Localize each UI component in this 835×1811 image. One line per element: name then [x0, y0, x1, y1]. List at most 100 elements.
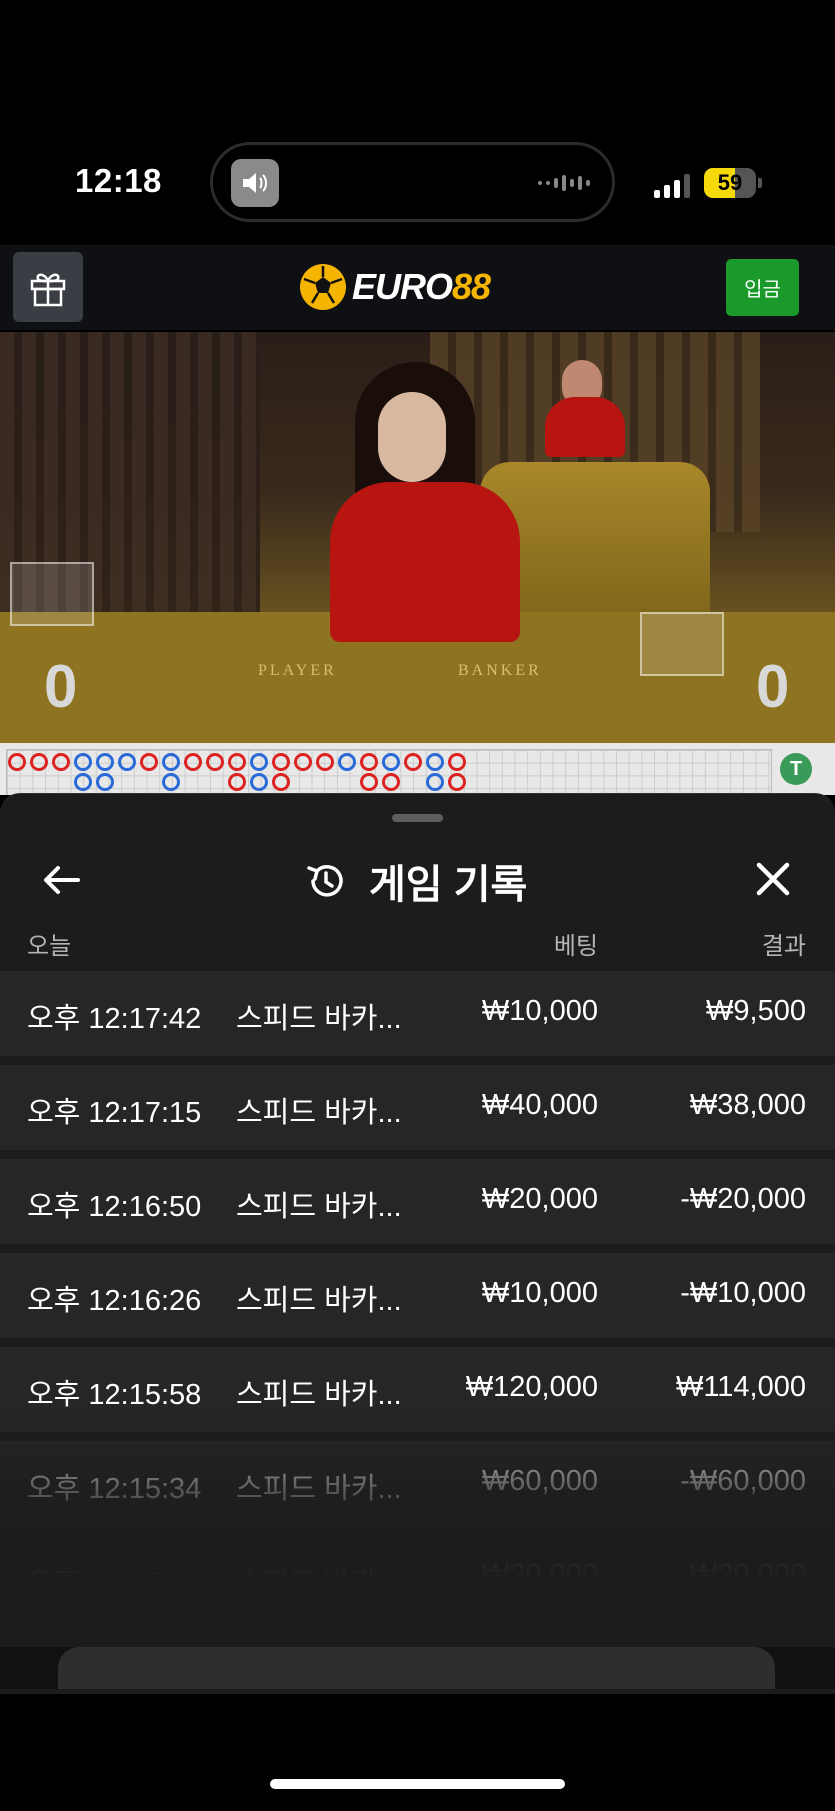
- gift-icon: [30, 273, 66, 307]
- audio-wave-icon: [538, 171, 590, 195]
- sheet-title: 게임 기록: [369, 863, 528, 907]
- banker-bead: [30, 753, 48, 771]
- cellular-signal-icon: [654, 172, 690, 198]
- dealer-face: [378, 392, 446, 482]
- history-row[interactable]: 오후 12:17:42 스피드 바카... ₩10,000 ₩9,500: [0, 971, 835, 1056]
- round-time: 오후 12:15:58: [27, 1379, 202, 1411]
- tie-badge: T: [780, 753, 812, 785]
- bet-amount: ₩120,000: [465, 1371, 598, 1403]
- banker-area-label: BANKER: [458, 662, 542, 679]
- player-area-label: PLAYER: [258, 662, 337, 679]
- status-bar: 12:18 59: [0, 120, 835, 245]
- history-row[interactable]: 오후 12:16:26 스피드 바카... ₩10,000 -₩10,000: [0, 1253, 835, 1338]
- battery-tip: [758, 178, 762, 188]
- round-time: 오후 12:16:26: [27, 1285, 202, 1317]
- date-group-header: 오늘: [27, 933, 72, 960]
- dealer-body: [330, 482, 520, 642]
- banker-bead: [228, 753, 246, 771]
- card-shoe-right: [640, 612, 724, 676]
- arrow-left-icon: [44, 866, 80, 894]
- bet-amount: ₩10,000: [481, 995, 598, 1027]
- banker-bead: [360, 753, 378, 771]
- history-icon: [307, 865, 343, 897]
- banker-score: 0: [756, 653, 790, 720]
- logo-text-accent: 88: [452, 266, 491, 307]
- battery-icon: 59: [704, 168, 756, 198]
- result-amount: ₩114,000: [675, 1371, 806, 1403]
- player-bead: [426, 753, 444, 771]
- bottom-panel-tab[interactable]: [58, 1647, 775, 1689]
- round-time: 오후 12:15:08: [27, 1567, 202, 1599]
- player-bead: [118, 753, 136, 771]
- logo-text-main: EURO: [352, 266, 453, 307]
- history-row[interactable]: 오후 12:15:08 스피드 바카... ₩30,000 -₩30,000: [0, 1535, 835, 1620]
- banker-bead: [206, 753, 224, 771]
- banker-bead: [382, 773, 400, 791]
- back-button[interactable]: [38, 856, 86, 904]
- history-row[interactable]: 오후 12:15:58 스피드 바카... ₩120,000 ₩114,000: [0, 1347, 835, 1432]
- player-bead: [162, 773, 180, 791]
- player-bead: [382, 753, 400, 771]
- game-name: 스피드 바카...: [236, 1379, 402, 1411]
- player-bead: [74, 773, 92, 791]
- player-bead: [96, 753, 114, 771]
- game-name: 스피드 바카...: [236, 1097, 402, 1129]
- game-name: 스피드 바카...: [236, 1285, 402, 1317]
- logo-text: EURO88: [352, 266, 491, 308]
- banker-bead: [360, 773, 378, 791]
- roadmap-row: [8, 753, 466, 771]
- sheet-header: 게임 기록: [0, 834, 835, 934]
- banker-bead: [8, 753, 26, 771]
- speaker-icon: [231, 159, 279, 207]
- banker-bead: [316, 753, 334, 771]
- game-name: 스피드 바카...: [236, 1473, 402, 1505]
- round-time: 오후 12:17:15: [27, 1097, 202, 1129]
- live-dealer-video[interactable]: PLAYER BANKER 0 0: [0, 332, 835, 743]
- home-indicator[interactable]: [270, 1779, 565, 1789]
- bottom-bar: [0, 1647, 835, 1689]
- player-bead: [250, 773, 268, 791]
- player-bead: [250, 753, 268, 771]
- history-list: 오후 12:17:42 스피드 바카... ₩10,000 ₩9,500 오후 …: [0, 971, 835, 1629]
- round-time: 오후 12:17:42: [27, 1003, 202, 1035]
- banker-bead: [52, 753, 70, 771]
- bead-road-map[interactable]: T: [0, 743, 835, 795]
- player-bead: [96, 773, 114, 791]
- bet-amount: ₩60,000: [481, 1465, 598, 1497]
- history-row[interactable]: 오후 12:16:50 스피드 바카... ₩20,000 -₩20,000: [0, 1159, 835, 1244]
- roadmap-row: [8, 773, 466, 791]
- result-amount: -₩20,000: [680, 1183, 806, 1215]
- background-dealer-body: [545, 397, 625, 457]
- sheet-title-group: 게임 기록: [305, 852, 527, 910]
- player-bead: [74, 753, 92, 771]
- banker-bead: [184, 753, 202, 771]
- sheet-drag-handle[interactable]: [392, 814, 443, 822]
- gift-button[interactable]: [13, 252, 83, 322]
- game-history-sheet: 게임 기록 오늘 베팅 결과 오후 12:17:42 스피드 바카... ₩10…: [0, 793, 835, 1694]
- close-button[interactable]: [748, 854, 798, 904]
- game-name: 스피드 바카...: [236, 1191, 402, 1223]
- player-bead: [338, 753, 356, 771]
- result-amount: -₩10,000: [680, 1277, 806, 1309]
- banker-bead: [228, 773, 246, 791]
- history-row[interactable]: 오후 12:15:34 스피드 바카... ₩60,000 -₩60,000: [0, 1441, 835, 1526]
- result-amount: -₩60,000: [680, 1465, 806, 1497]
- banker-bead: [294, 753, 312, 771]
- round-time: 오후 12:16:50: [27, 1191, 202, 1223]
- banker-bead: [272, 753, 290, 771]
- result-amount: ₩38,000: [689, 1089, 806, 1121]
- result-amount: ₩9,500: [706, 995, 806, 1027]
- bet-amount: ₩10,000: [481, 1277, 598, 1309]
- close-icon: [756, 862, 790, 896]
- banker-bead: [272, 773, 290, 791]
- deposit-button[interactable]: 입금: [726, 259, 799, 316]
- battery-level: 59: [717, 170, 743, 195]
- euro88-logo[interactable]: EURO88: [300, 257, 491, 317]
- player-bead: [162, 753, 180, 771]
- card-shoe-left: [10, 562, 94, 626]
- history-row[interactable]: 오후 12:17:15 스피드 바카... ₩40,000 ₩38,000: [0, 1065, 835, 1150]
- banker-bead: [404, 753, 422, 771]
- banker-bead: [448, 773, 466, 791]
- bet-amount: ₩20,000: [481, 1183, 598, 1215]
- bet-amount: ₩40,000: [481, 1089, 598, 1121]
